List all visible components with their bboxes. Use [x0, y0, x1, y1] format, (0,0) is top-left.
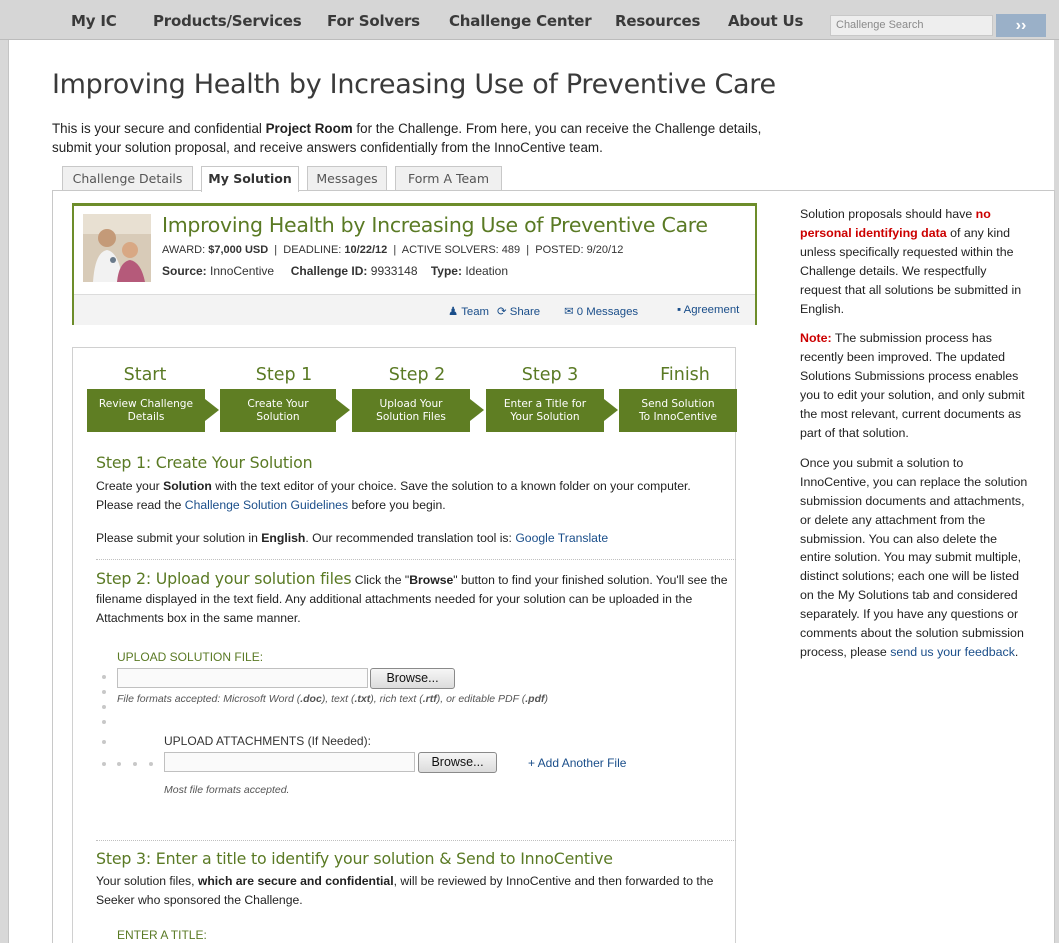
- bullet-dot: [102, 762, 106, 766]
- step-start-heading: Start: [123, 365, 167, 385]
- team-icon: ♟: [448, 306, 459, 318]
- challenge-title[interactable]: Improving Health by Increasing Use of Pr…: [162, 213, 708, 237]
- bullet-dot: [102, 705, 106, 709]
- step-finish-box: Send Solution To InnoCentive: [619, 389, 737, 432]
- solution-file-input[interactable]: [117, 668, 368, 688]
- bullet-dot: [102, 675, 106, 679]
- step-1-box: Create Your Solution: [220, 389, 336, 432]
- agreement-link[interactable]: ▪ Agreement: [677, 304, 739, 316]
- nav-for-solvers[interactable]: For Solvers: [327, 12, 420, 30]
- step-start-box: Review Challenge Details: [87, 389, 205, 432]
- section-divider: [96, 559, 736, 560]
- step-arrow-3: [470, 399, 484, 421]
- submission-info-sidebar: Solution proposals should have no person…: [800, 205, 1030, 673]
- step-arrow-4: [604, 399, 618, 421]
- nav-resources[interactable]: Resources: [615, 12, 700, 30]
- send-feedback-link[interactable]: send us your feedback: [890, 645, 1015, 659]
- bullet-dot: [102, 690, 106, 694]
- search-go-button[interactable]: ››: [996, 14, 1046, 37]
- messages-link[interactable]: ✉ 0 Messages: [564, 304, 638, 318]
- step-3-box: Enter a Title for Your Solution: [486, 389, 604, 432]
- attachment-file-input[interactable]: [164, 752, 415, 772]
- step-2-instructions: Step 2: Upload your solution files Click…: [96, 569, 728, 625]
- team-link[interactable]: ♟ Team: [448, 304, 489, 318]
- add-another-file-link[interactable]: + Add Another File: [528, 756, 626, 770]
- challenge-search-input[interactable]: Challenge Search: [830, 15, 993, 36]
- intro-text: This is your secure and confidential Pro…: [52, 121, 762, 155]
- bullet-dot: [133, 762, 137, 766]
- step-3-title: Step 3: Enter a title to identify your s…: [96, 849, 613, 868]
- step-2-heading: Step 2: [388, 365, 446, 385]
- browse-attachment-button[interactable]: Browse...: [418, 752, 497, 773]
- step-3-heading: Step 3: [521, 365, 579, 385]
- challenge-meta: AWARD: $7,000 USD | DEADLINE: 10/22/12 |…: [162, 244, 624, 256]
- attachments-hint: Most file formats accepted.: [164, 784, 290, 796]
- share-link[interactable]: ⟳ Share: [497, 304, 540, 318]
- file-formats-hint: File formats accepted: Microsoft Word (.…: [117, 693, 549, 705]
- step-arrow-1: [205, 399, 219, 421]
- bullet-dot: [117, 762, 121, 766]
- page-title: Improving Health by Increasing Use of Pr…: [52, 69, 776, 100]
- solution-guidelines-link[interactable]: Challenge Solution Guidelines: [185, 498, 348, 512]
- nav-my-ic[interactable]: My IC: [71, 12, 117, 30]
- document-icon: ▪: [677, 304, 682, 316]
- sidebar-paragraph-note: Note: The submission process has recentl…: [800, 331, 1025, 440]
- step-3-instructions: Your solution files, which are secure an…: [96, 874, 714, 907]
- challenge-thumbnail-image: [83, 214, 151, 282]
- share-icon: ⟳: [497, 306, 507, 318]
- bullet-dot: [149, 762, 153, 766]
- tab-messages[interactable]: Messages: [307, 166, 387, 191]
- step-2-title: Step 2: Upload your solution files: [96, 569, 352, 588]
- challenge-meta-source: Source: InnoCentive Challenge ID: 993314…: [162, 264, 509, 278]
- browse-solution-button[interactable]: Browse...: [370, 668, 455, 689]
- step-1-instructions: Create your Solution with the text edito…: [96, 479, 691, 512]
- challenge-summary-card: Improving Health by Increasing Use of Pr…: [72, 203, 757, 325]
- tab-my-solution[interactable]: My Solution: [201, 166, 299, 192]
- nav-challenge-center[interactable]: Challenge Center: [449, 12, 592, 30]
- tab-challenge-details[interactable]: Challenge Details: [62, 166, 193, 191]
- step-1-language-note: Please submit your solution in English. …: [96, 531, 609, 545]
- enter-title-label: ENTER A TITLE:: [117, 928, 207, 942]
- upload-attachments-label: UPLOAD ATTACHMENTS (If Needed):: [164, 734, 371, 748]
- bullet-dot: [102, 740, 106, 744]
- challenge-actions-bar: ♟ Team ⟳ Share ✉ 0 Messages ▪ Agreement: [74, 294, 755, 325]
- google-translate-link[interactable]: Google Translate: [515, 531, 608, 545]
- step-arrow-2: [336, 399, 350, 421]
- window-left-border: [0, 0, 9, 943]
- bullet-dot: [102, 720, 106, 724]
- step-1-title: Step 1: Create Your Solution: [96, 453, 313, 472]
- nav-products-services[interactable]: Products/Services: [153, 12, 302, 30]
- sidebar-paragraph-privacy: Solution proposals should have no person…: [800, 207, 1022, 316]
- nav-about-us[interactable]: About Us: [728, 12, 803, 30]
- sidebar-paragraph-replace: Once you submit a solution to InnoCentiv…: [800, 455, 1028, 659]
- envelope-icon: ✉: [564, 306, 574, 318]
- step-2-box: Upload Your Solution Files: [352, 389, 470, 432]
- step-finish-heading: Finish: [660, 365, 710, 385]
- upload-solution-label: UPLOAD SOLUTION FILE:: [117, 650, 264, 664]
- top-nav: My IC Products/Services For Solvers Chal…: [0, 0, 1059, 40]
- step-1-heading: Step 1: [255, 365, 313, 385]
- tab-form-a-team[interactable]: Form A Team: [395, 166, 502, 191]
- section-divider: [96, 840, 736, 841]
